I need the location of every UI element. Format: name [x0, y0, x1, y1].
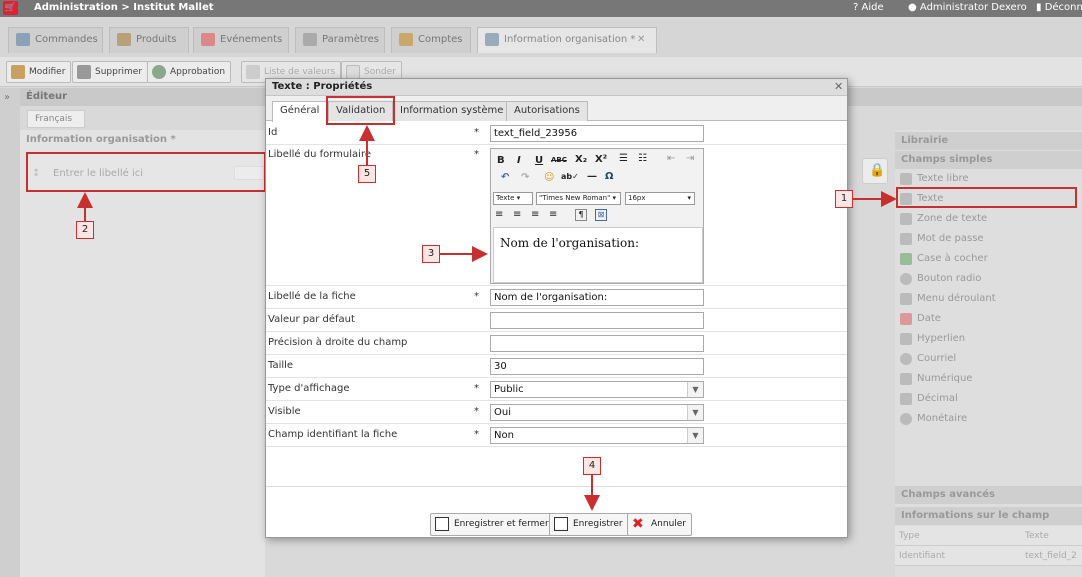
annotation-arrows	[77, 125, 897, 511]
